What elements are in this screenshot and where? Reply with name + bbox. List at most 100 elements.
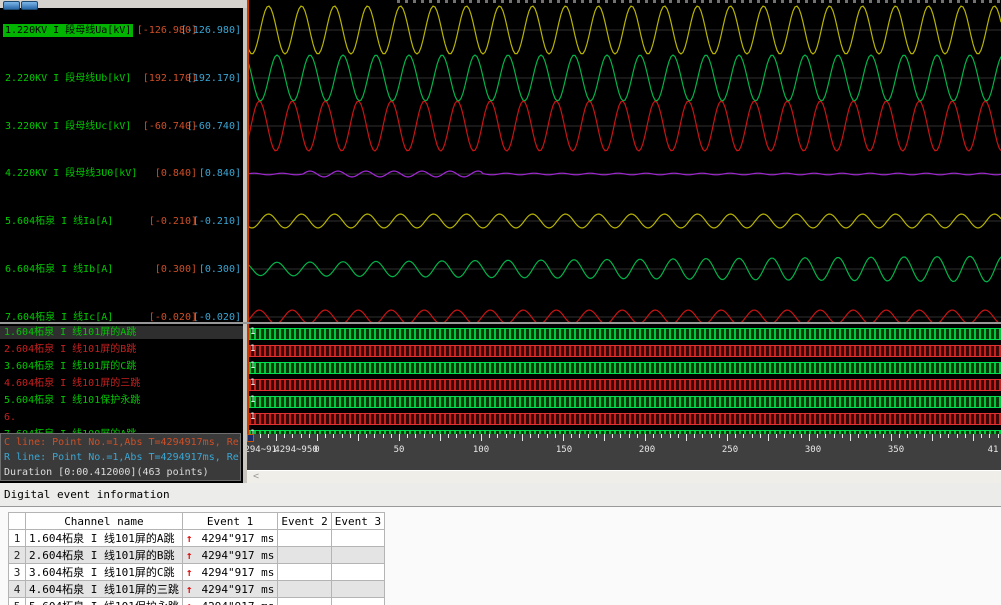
axis-tick xyxy=(924,434,925,438)
axis-tick xyxy=(292,434,293,438)
axis-tick xyxy=(809,434,810,441)
event3-cell xyxy=(331,530,384,547)
axis-tick xyxy=(456,434,457,438)
digital-channel-row[interactable]: 4.604柘泉 I 线101屏的三跳 xyxy=(0,377,243,390)
analog-channel-row[interactable]: 1.220KV I 段母线Ua[kV][-126.980][-126.980] xyxy=(0,24,243,37)
axis-tick xyxy=(596,434,597,438)
axis-tick xyxy=(899,434,900,438)
event3-cell xyxy=(331,598,384,605)
axis-tick xyxy=(702,434,703,438)
axis-tick xyxy=(366,434,367,438)
digital-channel-row[interactable]: 6. xyxy=(0,411,243,424)
r-line-status: R line: Point No.=1,Abs T=4294917ms, Rel… xyxy=(4,450,237,465)
analog-channel-row[interactable]: 4.220KV I 段母线3U0[kV][0.840][0.840] xyxy=(0,167,243,180)
axis-tick-label: 4294~91 xyxy=(247,445,277,455)
digital-state-bar xyxy=(249,396,1001,408)
digital-channel-row[interactable]: 2.604柘泉 I 线101屏的B跳 xyxy=(0,343,243,356)
analog-channel-row[interactable]: 2.220KV I 段母线Ub[kV][192.170][192.170] xyxy=(0,72,243,85)
axis-tick xyxy=(612,434,613,438)
axis-tick xyxy=(563,434,564,441)
event1-cell: ↑4294"917 ms xyxy=(182,564,277,581)
col-header-event2: Event 2 xyxy=(278,513,331,530)
event-table-row[interactable]: 22.604柘泉 I 线101屏的B跳↑4294"917 ms xyxy=(9,547,385,564)
digital-channel-row[interactable]: 3.604柘泉 I 线101屏的C跳 xyxy=(0,360,243,373)
event1-time: 4294"917 ms xyxy=(201,583,274,596)
axis-tick xyxy=(678,434,679,438)
event-table-row[interactable]: 11.604柘泉 I 线101屏的A跳↑4294"917 ms xyxy=(9,530,385,547)
axis-tick xyxy=(948,434,949,438)
analog-channel-row[interactable]: 3.220KV I 段母线Uc[kV][-60.740][-60.740] xyxy=(0,120,243,133)
col-header-channel-name: Channel name xyxy=(26,513,183,530)
panel-divider xyxy=(243,8,247,483)
event1-time: 4294"917 ms xyxy=(201,549,274,562)
axis-tick xyxy=(866,434,867,438)
axis-tick xyxy=(391,434,392,438)
digital-state-flag: 1 xyxy=(250,378,255,388)
axis-tick xyxy=(325,434,326,438)
digital-channel-row[interactable]: 5.604柘泉 I 线101保护永跳 xyxy=(0,394,243,407)
axis-tick xyxy=(637,434,638,438)
horizontal-scrollbar[interactable]: < xyxy=(247,470,1001,483)
axis-tick xyxy=(407,434,408,438)
event-table-row[interactable]: 33.604柘泉 I 线101屏的C跳↑4294"917 ms xyxy=(9,564,385,581)
event-channel-name: 4.604柘泉 I 线101屏的三跳 xyxy=(26,581,183,598)
axis-tick xyxy=(530,434,531,438)
axis-tick xyxy=(497,434,498,438)
waveform-panel[interactable]: 1111111 4294~914294~95005010015020025030… xyxy=(247,0,1001,483)
digital-state-bar xyxy=(249,379,1001,391)
axis-tick xyxy=(506,434,507,438)
event1-time: 4294"917 ms xyxy=(201,600,274,605)
analog-channel-row[interactable]: 5.604柘泉 I 线Ia[A][-0.210][-0.210] xyxy=(0,215,243,228)
axis-tick xyxy=(333,434,334,438)
rising-edge-icon: ↑ xyxy=(186,532,193,545)
time-axis[interactable]: 4294~914294~95005010015020025030035041 xyxy=(247,434,1001,470)
axis-tick xyxy=(670,434,671,438)
axis-tick-label: 0 xyxy=(314,445,319,455)
axis-tick xyxy=(538,434,539,438)
axis-tick xyxy=(424,434,425,438)
channel-list-panel: 1.220KV I 段母线Ua[kV][-126.980][-126.980] 2… xyxy=(0,8,243,483)
axis-tick-label: 350 xyxy=(888,445,904,455)
analog-channel-row[interactable]: 6.604柘泉 I 线Ib[A][0.300][0.300] xyxy=(0,263,243,276)
event1-time: 4294"917 ms xyxy=(201,566,274,579)
event1-cell: ↑4294"917 ms xyxy=(182,530,277,547)
col-header-event3: Event 3 xyxy=(331,513,384,530)
axis-tick xyxy=(342,434,343,438)
axis-tick xyxy=(907,434,908,438)
axis-tick xyxy=(465,434,466,438)
axis-tick xyxy=(883,434,884,438)
analog-channel-label: 3.220KV I 段母线Uc[kV] xyxy=(3,120,133,133)
digital-event-table: Channel name Event 1 Event 2 Event 3 11.… xyxy=(8,512,385,605)
axis-tick xyxy=(793,434,794,438)
cursor-marker-icon[interactable] xyxy=(247,434,254,442)
event3-cell xyxy=(331,547,384,564)
digital-state-flag: 1 xyxy=(250,395,255,405)
digital-trace-row: 1 xyxy=(247,413,1001,429)
digital-trace-row: 1 xyxy=(247,396,1001,412)
axis-tick xyxy=(916,434,917,438)
axis-tick xyxy=(399,434,400,441)
scroll-left-icon[interactable]: < xyxy=(253,471,259,483)
event-table-row[interactable]: 44.604柘泉 I 线101屏的三跳↑4294"917 ms xyxy=(9,581,385,598)
axis-tick xyxy=(383,434,384,438)
axis-tick xyxy=(276,434,277,441)
axis-tick xyxy=(784,434,785,438)
analog-value-r: [-0.210] xyxy=(193,215,241,228)
event-info-panel: Digital event information Channel name E… xyxy=(0,483,1001,605)
axis-tick xyxy=(645,434,646,441)
axis-tick xyxy=(686,434,687,441)
c-cursor-line[interactable] xyxy=(247,0,249,434)
event-channel-name: 3.604柘泉 I 线101屏的C跳 xyxy=(26,564,183,581)
axis-tick-label: 50 xyxy=(394,445,405,455)
event-table-row[interactable]: 55.604柘泉 I 线101保护永跳↑4294"917 ms xyxy=(9,598,385,605)
digital-channel-row[interactable]: 1.604柘泉 I 线101屏的A跳 xyxy=(0,326,243,339)
axis-tick xyxy=(481,434,482,441)
axis-tick xyxy=(891,434,892,441)
toolbar xyxy=(0,0,247,8)
axis-tick-label: 4294~950 xyxy=(274,445,317,455)
toolbar-button-1-icon[interactable] xyxy=(3,1,20,10)
digital-state-bar xyxy=(249,413,1001,425)
event1-cell: ↑4294"917 ms xyxy=(182,598,277,605)
analog-value-r: [192.170] xyxy=(187,72,241,85)
toolbar-button-2-icon[interactable] xyxy=(21,1,38,10)
